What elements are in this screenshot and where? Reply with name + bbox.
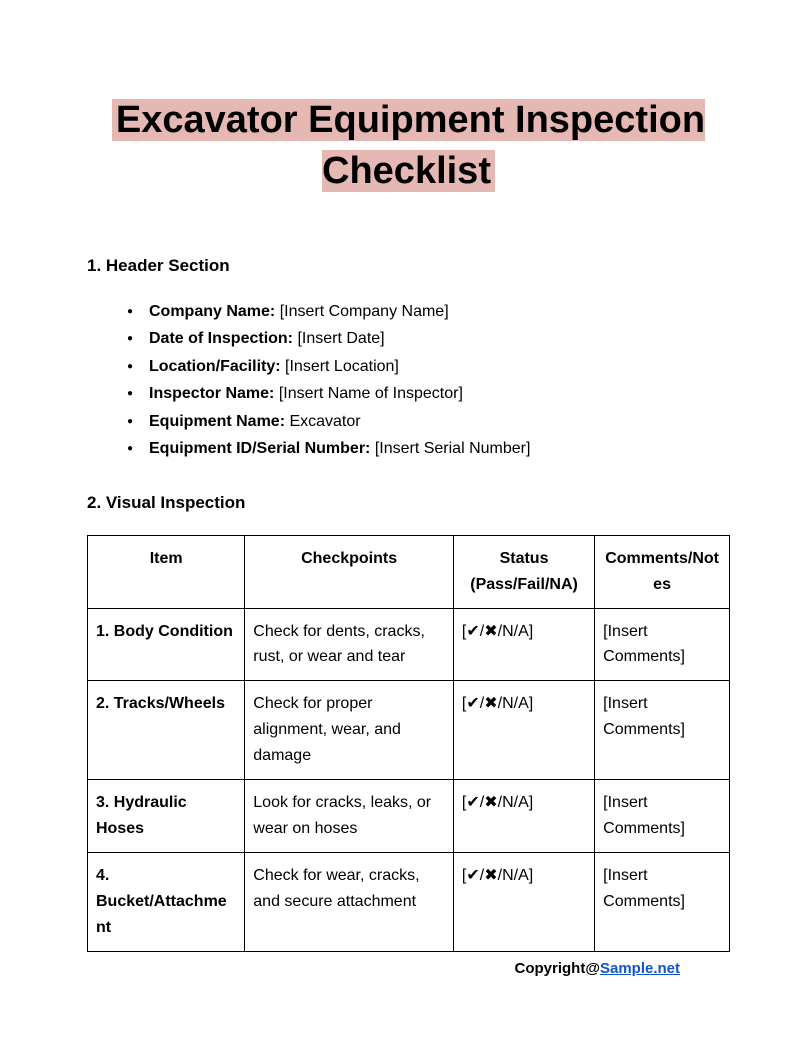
list-item: Equipment ID/Serial Number: [Insert Seri… <box>127 435 730 463</box>
document-page: Excavator Equipment Inspection Checklist… <box>0 0 800 1012</box>
col-header-status: Status (Pass/Fail/NA) <box>453 535 594 608</box>
cell-status: [✔/✖/N/A] <box>453 780 594 853</box>
cell-comments: [Insert Comments] <box>595 608 730 681</box>
field-value: [Insert Date] <box>293 330 385 347</box>
list-item: Inspector Name: [Insert Name of Inspecto… <box>127 380 730 408</box>
cell-item: 2. Tracks/Wheels <box>88 681 245 780</box>
cell-comments: [Insert Comments] <box>595 780 730 853</box>
field-label: Equipment ID/Serial Number: <box>149 440 370 457</box>
cell-item: 3. Hydraulic Hoses <box>88 780 245 853</box>
cell-status: [✔/✖/N/A] <box>453 852 594 951</box>
field-value: Excavator <box>285 413 361 430</box>
header-list: Company Name: [Insert Company Name] Date… <box>87 298 730 463</box>
footer-link[interactable]: Sample.net <box>600 960 680 977</box>
cell-status: [✔/✖/N/A] <box>453 608 594 681</box>
list-item: Equipment Name: Excavator <box>127 408 730 436</box>
list-item: Date of Inspection: [Insert Date] <box>127 325 730 353</box>
cell-comments: [Insert Comments] <box>595 681 730 780</box>
cell-checkpoint: Check for proper alignment, wear, and da… <box>245 681 454 780</box>
table-row: 2. Tracks/Wheels Check for proper alignm… <box>88 681 730 780</box>
document-title: Excavator Equipment Inspection Checklist <box>87 95 730 198</box>
table-row: 4. Bucket/Attachment Check for wear, cra… <box>88 852 730 951</box>
table-header-row: Item Checkpoints Status (Pass/Fail/NA) C… <box>88 535 730 608</box>
col-header-item: Item <box>88 535 245 608</box>
cell-item: 1. Body Condition <box>88 608 245 681</box>
col-header-checkpoints: Checkpoints <box>245 535 454 608</box>
cell-checkpoint: Check for dents, cracks, rust, or wear a… <box>245 608 454 681</box>
cell-checkpoint: Check for wear, cracks, and secure attac… <box>245 852 454 951</box>
col-header-comments: Comments/Notes <box>595 535 730 608</box>
cell-status: [✔/✖/N/A] <box>453 681 594 780</box>
field-label: Location/Facility: <box>149 358 281 375</box>
table-row: 3. Hydraulic Hoses Look for cracks, leak… <box>88 780 730 853</box>
title-highlight: Excavator Equipment Inspection Checklist <box>112 99 705 192</box>
section2-heading: 2. Visual Inspection <box>87 493 730 513</box>
field-value: [Insert Company Name] <box>275 303 448 320</box>
cell-comments: [Insert Comments] <box>595 852 730 951</box>
footer: Copyright@Sample.net <box>515 960 680 977</box>
field-value: [Insert Location] <box>281 358 399 375</box>
field-label: Equipment Name: <box>149 413 285 430</box>
table-row: 1. Body Condition Check for dents, crack… <box>88 608 730 681</box>
list-item: Location/Facility: [Insert Location] <box>127 353 730 381</box>
field-value: [Insert Serial Number] <box>370 440 530 457</box>
inspection-table: Item Checkpoints Status (Pass/Fail/NA) C… <box>87 535 730 952</box>
cell-checkpoint: Look for cracks, leaks, or wear on hoses <box>245 780 454 853</box>
field-value: [Insert Name of Inspector] <box>274 385 463 402</box>
cell-item: 4. Bucket/Attachment <box>88 852 245 951</box>
field-label: Company Name: <box>149 303 275 320</box>
field-label: Date of Inspection: <box>149 330 293 347</box>
list-item: Company Name: [Insert Company Name] <box>127 298 730 326</box>
section1-heading: 1. Header Section <box>87 256 730 276</box>
field-label: Inspector Name: <box>149 385 274 402</box>
copyright-prefix: Copyright@ <box>515 960 600 977</box>
